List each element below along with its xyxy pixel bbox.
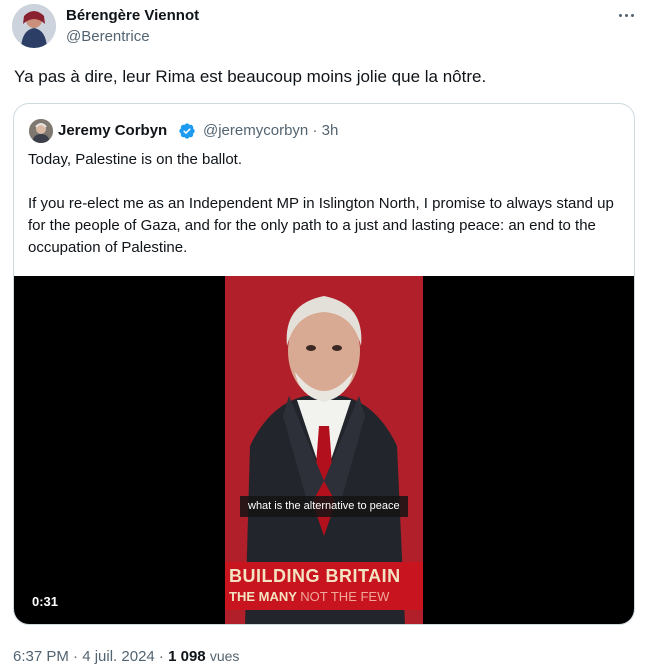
author-avatar[interactable]: [12, 4, 56, 48]
video-frame: BUILDING BRITAIN THE MANY NOT THE FEW: [225, 276, 423, 624]
quoted-tweet[interactable]: Jeremy Corbyn @jeremycorbyn · 3h Today, …: [13, 103, 635, 625]
views-count: 1 098: [168, 648, 206, 665]
banner-line2: THE MANY NOT THE FEW: [229, 589, 389, 604]
quoted-author-avatar[interactable]: [29, 119, 53, 143]
views-label: vues: [209, 648, 240, 664]
tweet-time[interactable]: 6:37 PM: [13, 648, 69, 665]
quoted-handle-time[interactable]: @jeremycorbyn · 3h: [203, 122, 338, 140]
tweet: Bérengère Viennot @Berentrice Ya pas à d…: [0, 0, 645, 668]
more-icon[interactable]: [614, 6, 638, 24]
tweet-date[interactable]: · 4 juil. 2024 ·: [73, 648, 164, 665]
podium-banner: BUILDING BRITAIN THE MANY NOT THE FEW: [225, 562, 423, 610]
quoted-handle[interactable]: @jeremycorbyn: [203, 122, 308, 139]
banner-line2-light: NOT THE FEW: [300, 589, 390, 604]
video-player[interactable]: BUILDING BRITAIN THE MANY NOT THE FEW 0:…: [14, 276, 634, 624]
tweet-text: Ya pas à dire, leur Rima est beaucoup mo…: [14, 67, 487, 86]
tweet-meta: 6:37 PM · 4 juil. 2024 · 1 098 vues: [13, 646, 239, 667]
banner-line1: BUILDING BRITAIN: [229, 566, 401, 586]
quoted-author-name[interactable]: Jeremy Corbyn: [58, 122, 167, 140]
verified-badge-icon: [179, 123, 195, 139]
author-name[interactable]: Bérengère Viennot: [66, 7, 199, 25]
quoted-text: Today, Palestine is on the ballot. If yo…: [28, 151, 614, 256]
video-caption: what is the alternative to peace: [240, 496, 408, 517]
banner-line2-strong: THE MANY: [229, 589, 297, 604]
quoted-time[interactable]: · 3h: [312, 122, 338, 139]
author-handle[interactable]: @Berentrice: [66, 28, 150, 46]
video-duration: 0:31: [32, 594, 59, 609]
